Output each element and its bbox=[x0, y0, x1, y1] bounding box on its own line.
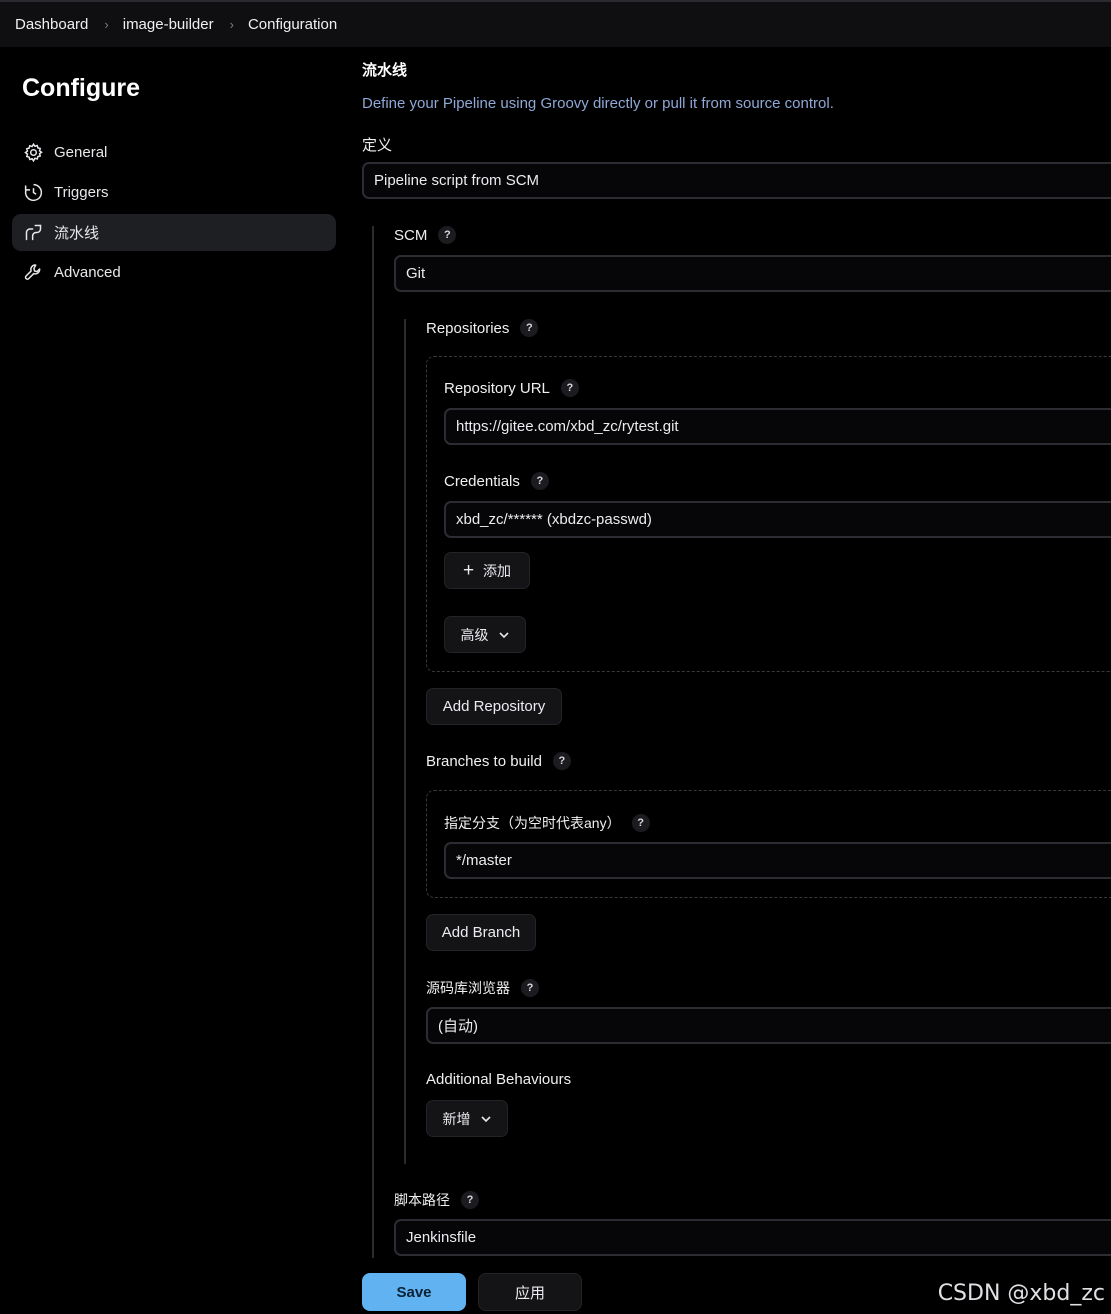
scm-nesting-line bbox=[404, 319, 406, 1164]
sidebar-item-advanced[interactable]: Advanced bbox=[12, 254, 336, 291]
repository-url-label: Repository URL ? bbox=[444, 379, 579, 397]
add-repository-button[interactable]: Add Repository bbox=[426, 688, 562, 725]
section-title: 流水线 bbox=[362, 62, 408, 79]
scm-select[interactable]: Git bbox=[394, 255, 1111, 292]
add-behaviour-button[interactable]: 新增 bbox=[426, 1100, 508, 1137]
help-icon[interactable]: ? bbox=[438, 226, 457, 244]
help-icon[interactable]: ? bbox=[560, 379, 579, 397]
breadcrumb-separator-icon: › bbox=[229, 17, 234, 32]
definition-nesting-line bbox=[372, 226, 374, 1266]
breadcrumb-configuration[interactable]: Configuration bbox=[248, 16, 337, 33]
help-icon[interactable]: ? bbox=[552, 752, 571, 770]
script-path-input[interactable]: Jenkinsfile bbox=[394, 1219, 1111, 1256]
repo-browser-label: 源码库浏览器 ? bbox=[426, 978, 539, 998]
repositories-label: Repositories ? bbox=[426, 319, 539, 337]
apply-button[interactable]: 应用 bbox=[478, 1273, 582, 1311]
sidebar-item-triggers[interactable]: Triggers bbox=[12, 174, 336, 211]
repo-browser-select[interactable]: (自动) bbox=[426, 1007, 1111, 1044]
section-description: Define your Pipeline using Groovy direct… bbox=[362, 95, 834, 112]
sidebar-item-label: Advanced bbox=[54, 264, 121, 281]
scm-label: SCM ? bbox=[394, 226, 457, 244]
help-icon[interactable]: ? bbox=[521, 979, 539, 997]
watermark: CSDN @xbd_zc bbox=[937, 1281, 1105, 1306]
add-branch-button[interactable]: Add Branch bbox=[426, 914, 536, 951]
breadcrumb-dashboard[interactable]: Dashboard bbox=[15, 16, 88, 33]
chevron-down-icon bbox=[480, 1113, 492, 1125]
sidebar-item-pipeline[interactable]: 流水线 bbox=[12, 214, 336, 251]
help-icon[interactable]: ? bbox=[461, 1191, 479, 1209]
help-icon[interactable]: ? bbox=[631, 814, 650, 832]
clock-icon bbox=[22, 182, 44, 204]
credentials-label: Credentials ? bbox=[444, 472, 549, 490]
sidebar-item-label: General bbox=[54, 144, 108, 161]
breadcrumb-image-builder[interactable]: image-builder bbox=[123, 16, 214, 33]
gear-icon bbox=[22, 142, 44, 164]
sidebar-item-label: Triggers bbox=[54, 184, 109, 201]
repository-url-input[interactable]: https://gitee.com/xbd_zc/rytest.git bbox=[444, 408, 1111, 445]
breadcrumb-bar: Dashboard › image-builder › Configuratio… bbox=[0, 0, 1111, 47]
advanced-toggle-button[interactable]: 高级 bbox=[444, 616, 526, 653]
definition-select[interactable]: Pipeline script from SCM bbox=[362, 162, 1111, 199]
script-path-label: 脚本路径 ? bbox=[394, 1190, 479, 1210]
chevron-down-icon bbox=[498, 629, 510, 641]
branch-spec-input[interactable]: */master bbox=[444, 842, 1111, 879]
definition-label: 定义 bbox=[362, 137, 393, 154]
additional-behaviours-label: Additional Behaviours bbox=[426, 1071, 572, 1088]
page-title: Configure bbox=[22, 74, 141, 102]
pipeline-icon bbox=[22, 222, 44, 244]
credentials-select[interactable]: xbd_zc/****** (xbdzc-passwd) bbox=[444, 501, 1111, 538]
branches-label: Branches to build ? bbox=[426, 752, 571, 770]
add-credentials-button[interactable]: + 添加 bbox=[444, 552, 530, 589]
branch-spec-label: 指定分支（为空时代表any） ? bbox=[444, 813, 650, 833]
sidebar-item-label: 流水线 bbox=[54, 225, 100, 242]
plus-icon: + bbox=[462, 560, 475, 581]
help-icon[interactable]: ? bbox=[520, 319, 539, 337]
help-icon[interactable]: ? bbox=[530, 472, 549, 490]
sidebar-item-general[interactable]: General bbox=[12, 134, 336, 171]
wrench-icon bbox=[22, 262, 44, 284]
save-button[interactable]: Save bbox=[362, 1273, 466, 1311]
breadcrumb-separator-icon: › bbox=[104, 17, 109, 32]
